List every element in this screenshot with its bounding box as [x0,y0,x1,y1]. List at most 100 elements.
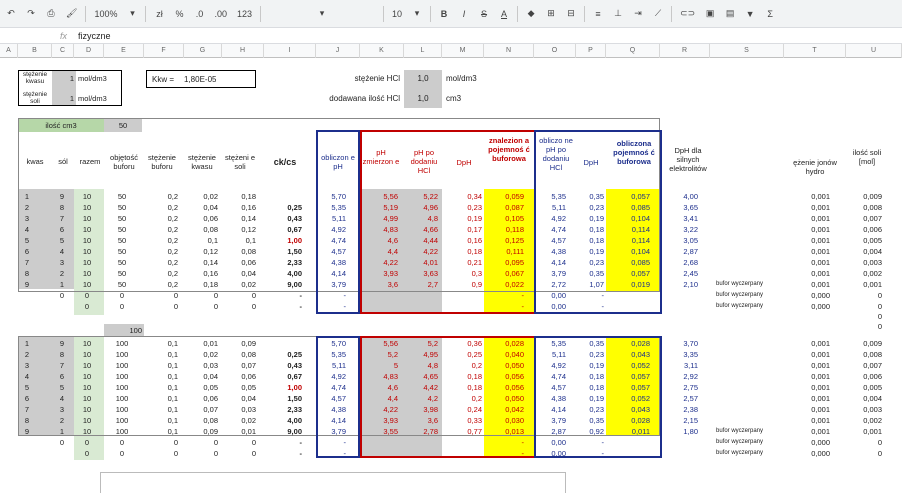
t1-cell[interactable]: 0,23 [576,258,604,267]
t2-cell[interactable]: 0,001 [784,416,830,425]
t1-cell[interactable]: 0,16 [222,203,256,212]
t1-cell[interactable]: 0,001 [846,280,882,289]
column-header-b[interactable]: B [18,44,52,58]
t1-cell[interactable]: 4,74 [316,236,346,245]
text-rotation-icon[interactable]: ⟋ [651,4,665,24]
borders-icon[interactable]: ⊞ [544,4,558,24]
t2-cell[interactable]: 0,11 [264,339,302,348]
column-header-k[interactable]: K [360,44,404,58]
t2-cell[interactable]: 0,001 [784,405,830,414]
t2-cell[interactable]: 5 [360,361,398,370]
t2-cell[interactable]: 0,23 [576,350,604,359]
t2-cell[interactable]: 0,001 [784,361,830,370]
t2-cell[interactable]: 0,33 [442,416,482,425]
kkw-value[interactable]: 1,80E-05 [184,75,216,84]
t2-cell[interactable]: 0,04 [222,394,256,403]
t2-cell[interactable]: 100 [104,416,140,425]
t2-cell[interactable]: 10 [74,383,100,392]
t1-cell[interactable]: 0,06 [184,214,218,223]
t1-cell[interactable]: 4,14 [534,258,566,267]
t2-cell[interactable]: 0,043 [606,405,650,414]
t2-cell[interactable]: 3,93 [360,416,398,425]
t1-cell[interactable]: - [264,291,303,300]
t1-cell[interactable]: 0,007 [846,214,882,223]
t2-cell[interactable]: 4,38 [316,405,346,414]
t2-cell[interactable]: 3,11 [660,361,698,370]
t1-cell[interactable]: 4,66 [404,225,438,234]
t2-cell[interactable]: 3 [54,405,70,414]
t2-cell[interactable]: 2,75 [660,383,698,392]
t1-cell[interactable]: 0,085 [606,203,650,212]
t1-cell[interactable]: 5,11 [534,203,566,212]
t1-cell[interactable]: 50 [104,269,140,278]
t2-cell[interactable]: 0,05 [184,383,218,392]
t1-cell[interactable]: 0,12 [222,225,256,234]
t2-cell[interactable]: 2,33 [264,405,302,414]
t2-cell[interactable]: 4,14 [316,416,346,425]
t1-cell[interactable]: 4 [20,225,34,234]
t1-cell[interactable]: - [576,302,605,311]
t1-cell[interactable]: 5,35 [534,192,566,201]
t2-cell[interactable]: 0,009 [846,339,882,348]
column-header-m[interactable]: M [442,44,484,58]
t1-cell[interactable]: 0,23 [576,203,604,212]
increase-decimal-button[interactable]: .00 [212,4,229,24]
t1-cell[interactable]: - [316,291,347,300]
t2-cell[interactable]: 0,001 [784,372,830,381]
t2-cell[interactable]: 5,11 [534,350,566,359]
t1-cell[interactable]: 50 [104,192,140,201]
t2-cell[interactable]: 4,92 [316,372,346,381]
t2-cell[interactable]: bufor wyczerpany [716,449,763,458]
t1-cell[interactable]: 3,63 [404,269,438,278]
currency-button[interactable]: zł [152,4,166,24]
t2-cell[interactable]: 4,00 [264,416,302,425]
t2-cell[interactable]: 0,013 [484,427,524,436]
decrease-decimal-button[interactable]: .0 [192,4,206,24]
italic-button[interactable]: I [457,4,471,24]
t2-cell[interactable]: 6 [20,394,34,403]
t2-cell[interactable]: 0,011 [606,427,650,436]
t1-cell[interactable]: 0,114 [606,236,650,245]
t1-cell[interactable]: 10 [74,247,100,256]
comment-icon[interactable]: ▣ [703,4,717,24]
t1-cell[interactable]: 0,022 [484,280,524,289]
t1-cell[interactable]: 3,79 [316,280,346,289]
column-header-n[interactable]: N [484,44,534,58]
t2-cell[interactable]: 0,050 [484,361,524,370]
t2-cell[interactable]: 1 [54,427,70,436]
t1-cell[interactable]: 9 [54,192,70,201]
t2-cell[interactable]: 5 [54,383,70,392]
t2-cell[interactable]: 5,56 [360,339,398,348]
t2-cell[interactable]: 0 [144,449,178,458]
t2-cell[interactable]: 5,35 [534,339,566,348]
t2-cell[interactable]: 0,67 [264,372,302,381]
t1-cell[interactable]: 0,2 [144,247,178,256]
t1-cell[interactable]: 0,34 [442,192,482,201]
t1-cell[interactable]: 0,08 [222,247,256,256]
t1-cell[interactable]: 0,001 [784,236,830,245]
t2-cell[interactable]: 0,005 [846,383,882,392]
t2-cell[interactable]: 5,35 [316,350,346,359]
t2-cell[interactable]: 8 [20,416,34,425]
t2-cell[interactable]: 0,09 [184,427,218,436]
t1-cell[interactable]: 0,16 [442,236,482,245]
t1-cell[interactable]: 4,92 [534,214,566,223]
t2-cell[interactable]: 100 [104,339,140,348]
t2-cell[interactable]: 4,38 [534,394,566,403]
t2-cell[interactable]: 5 [20,383,34,392]
t1-cell[interactable]: 0,00 [534,291,566,300]
column-header-c[interactable]: C [52,44,74,58]
t2-cell[interactable]: 0,36 [442,339,482,348]
t1-cell[interactable]: 0,2 [144,269,178,278]
t2-cell[interactable]: 9 [20,427,34,436]
t2-cell[interactable]: 9,00 [264,427,302,436]
filter-icon[interactable]: ▼ [743,4,757,24]
t2-cell[interactable]: 4,42 [404,383,438,392]
t1-cell[interactable]: 0,04 [184,203,218,212]
t1-cell[interactable]: 5,35 [316,203,346,212]
t1-cell[interactable]: 10 [74,269,100,278]
t2-cell[interactable]: 0,00 [534,449,566,458]
t1-cell[interactable]: 3,22 [660,225,698,234]
t1-cell[interactable]: 4,96 [404,203,438,212]
t1-cell[interactable]: 0,001 [784,247,830,256]
